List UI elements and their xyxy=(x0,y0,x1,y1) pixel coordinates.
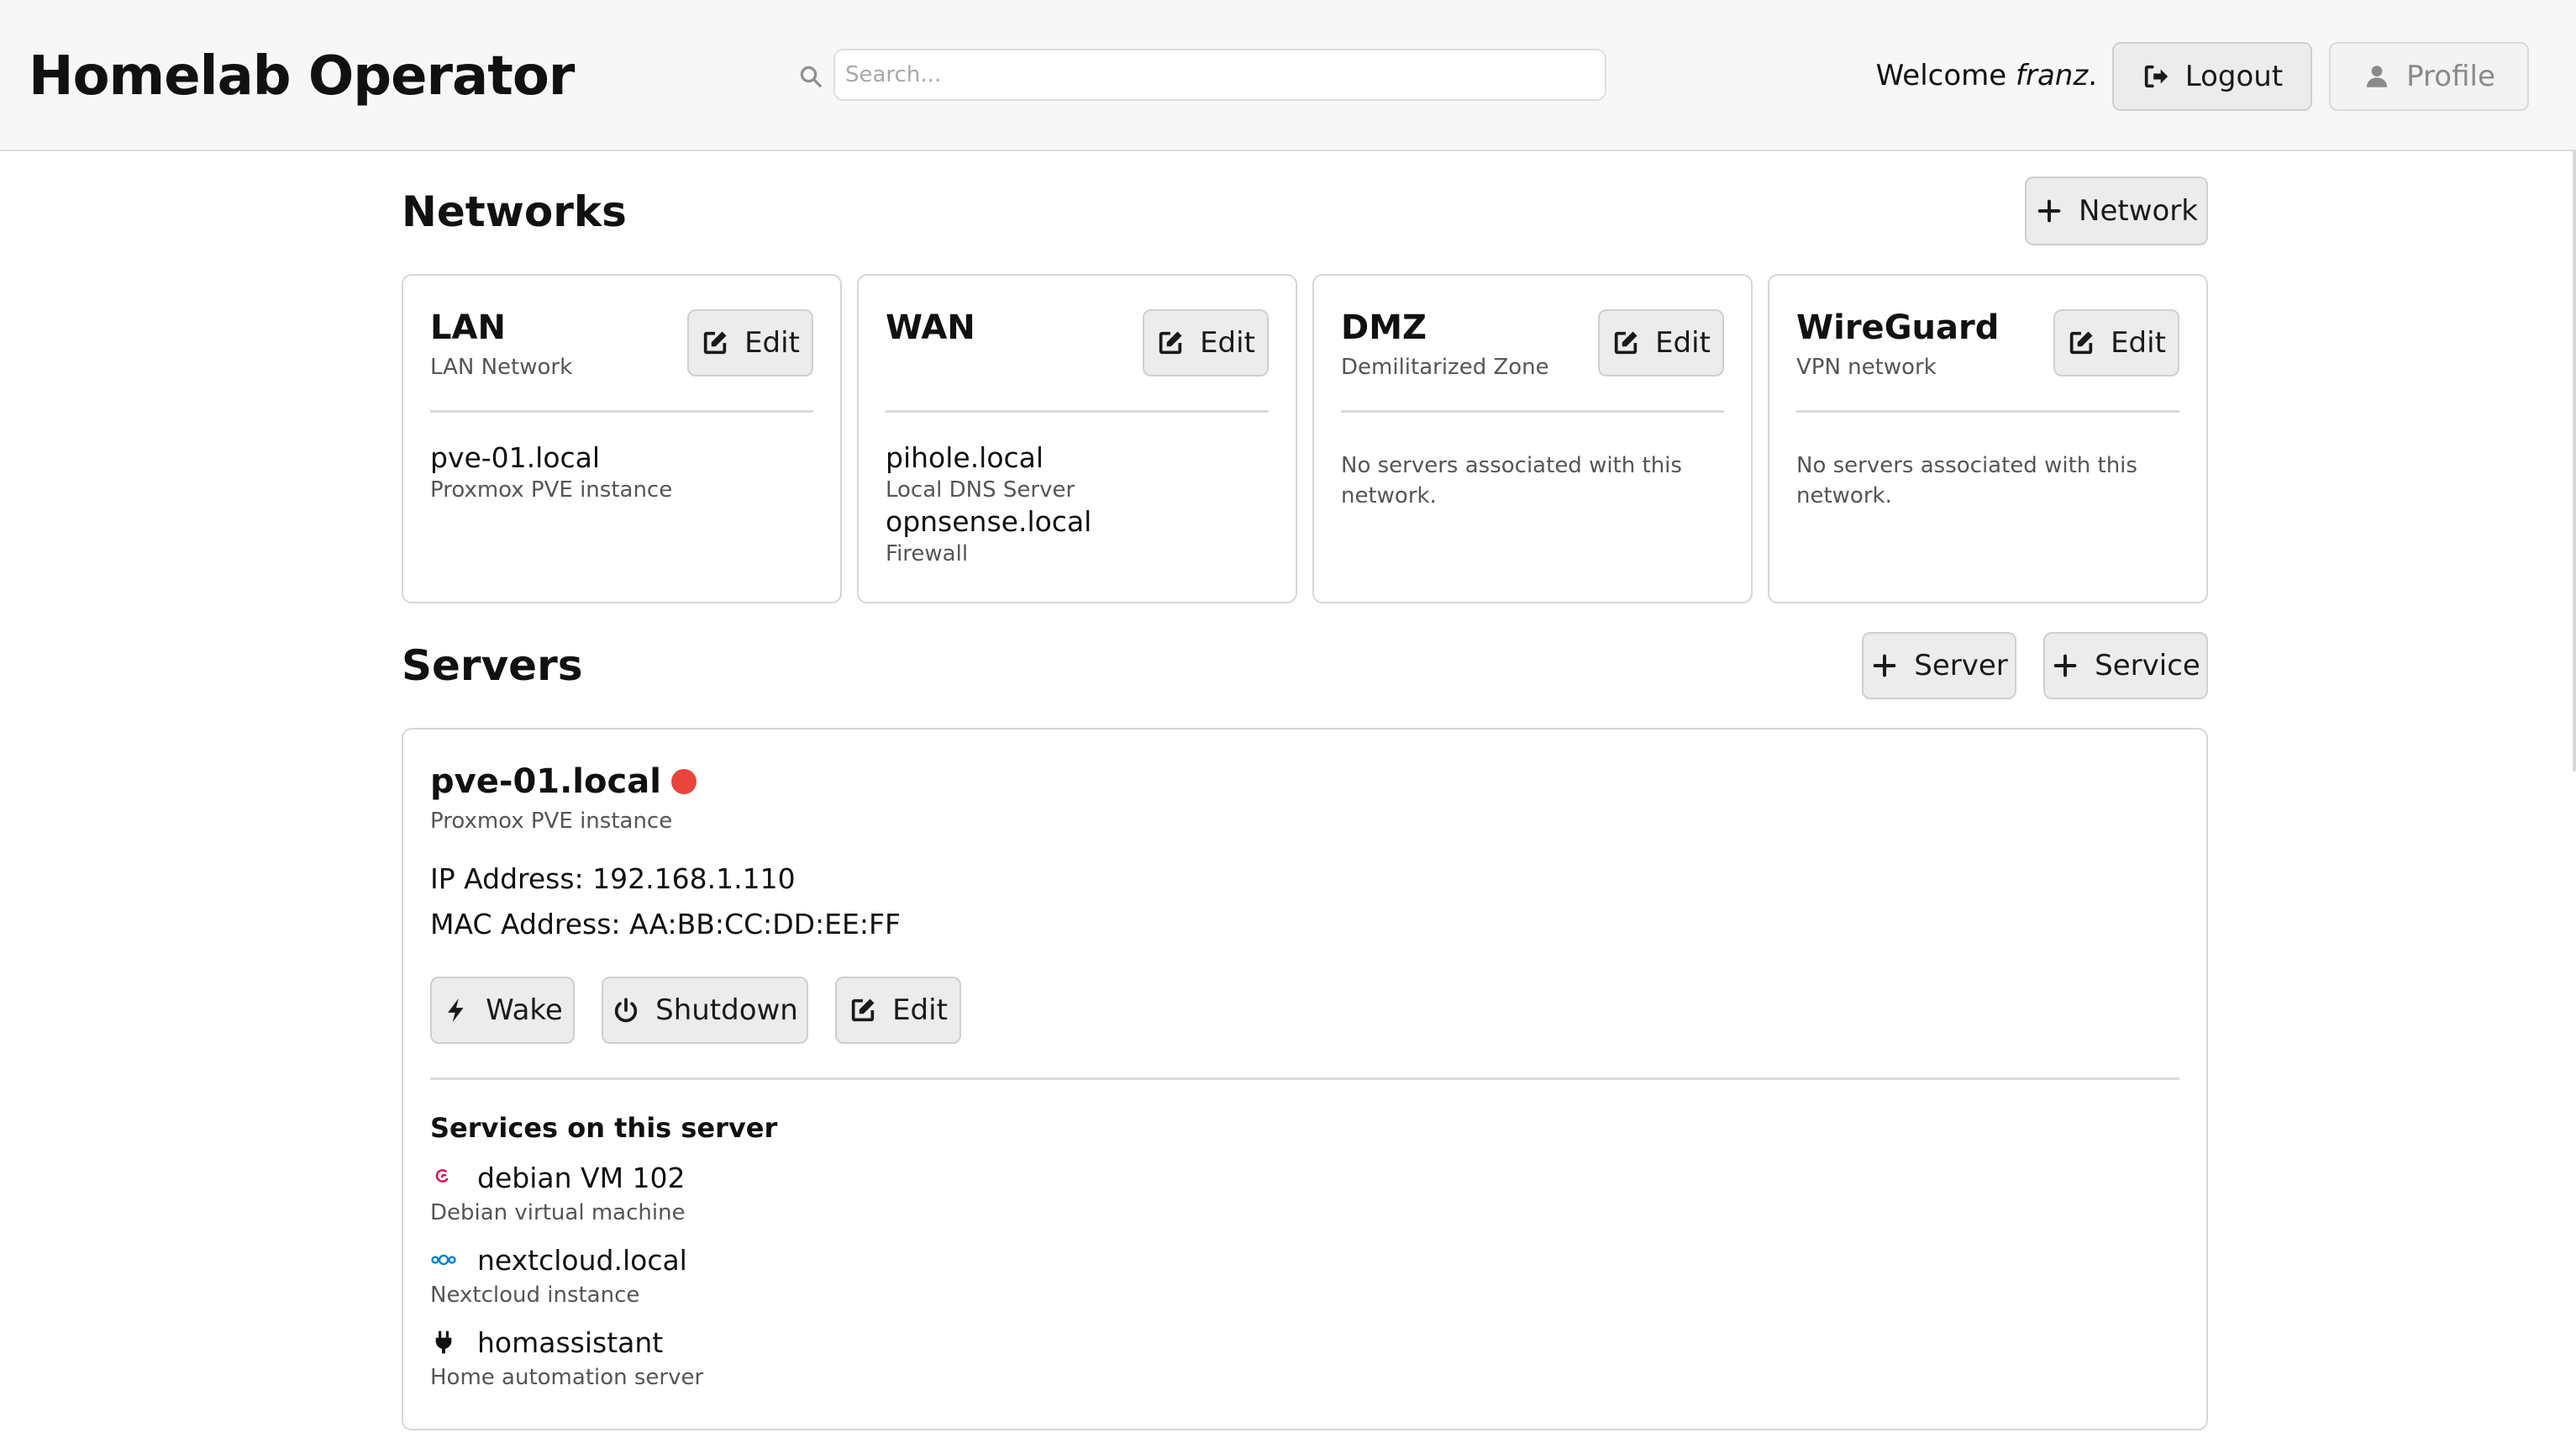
welcome-suffix: . xyxy=(2088,59,2097,92)
network-name: DMZ xyxy=(1341,308,1427,347)
network-server-name[interactable]: pihole.local xyxy=(886,440,1275,476)
network-server-name[interactable]: opnsense.local xyxy=(886,504,1275,540)
ip-address: IP Address: 192.168.1.110 xyxy=(430,862,796,895)
card-divider xyxy=(886,410,1269,413)
server-name: pve-01.local xyxy=(430,762,661,801)
edit-network-button[interactable]: Edit xyxy=(687,309,813,377)
search-input[interactable] xyxy=(833,49,1606,101)
network-name: LAN xyxy=(430,308,506,347)
user-icon xyxy=(2367,66,2388,87)
search-icon xyxy=(800,66,822,87)
add-server-label: Server xyxy=(1914,649,2008,682)
empty-network-message: No servers associated with this network. xyxy=(1341,453,1682,508)
scrollbar[interactable] xyxy=(2573,150,2576,772)
add-network-label: Network xyxy=(2079,194,2198,228)
edit-label: Edit xyxy=(1200,326,1255,360)
mac-address: MAC Address: AA:BB:CC:DD:EE:FF xyxy=(430,908,901,940)
network-server-list: No servers associated with this network. xyxy=(1796,440,2186,511)
welcome-message: Welcome franz. xyxy=(1876,55,2097,96)
plus-icon xyxy=(2053,654,2077,677)
status-indicator xyxy=(670,769,697,794)
network-server-list: pve-01.local Proxmox PVE instance xyxy=(430,440,820,504)
network-server-list: No servers associated with this network. xyxy=(1341,440,1731,511)
plus-icon xyxy=(2037,199,2061,223)
debian-icon xyxy=(435,1169,449,1183)
network-server-description: Firewall xyxy=(886,541,969,566)
card-divider xyxy=(430,410,813,413)
shutdown-button[interactable]: Shutdown xyxy=(602,977,808,1044)
network-card-dmz: DMZ Demilitarized Zone Edit No servers a… xyxy=(1312,274,1753,603)
empty-network-message: No servers associated with this network. xyxy=(1796,453,2137,508)
network-server-description: Proxmox PVE instance xyxy=(430,477,673,503)
service-item[interactable]: nextcloud.local Nextcloud instance xyxy=(430,1239,687,1320)
network-name: WAN xyxy=(886,308,975,347)
add-network-button[interactable]: Network xyxy=(2025,176,2208,245)
edit-network-button[interactable]: Edit xyxy=(2053,309,2179,377)
edit-network-button[interactable]: Edit xyxy=(1143,309,1269,377)
welcome-username: franz xyxy=(2016,59,2089,92)
wake-label: Wake xyxy=(486,993,563,1027)
network-server-name[interactable]: pve-01.local xyxy=(430,440,820,476)
welcome-prefix: Welcome xyxy=(1875,59,2016,92)
network-description: VPN network xyxy=(1796,355,1937,380)
card-divider xyxy=(1341,410,1724,413)
add-service-label: Service xyxy=(2095,649,2200,682)
edit-icon xyxy=(1614,331,1638,355)
edit-server-button[interactable]: Edit xyxy=(835,977,961,1044)
top-bar: Homelab Operator Welcome franz. Logout P… xyxy=(0,0,2576,151)
edit-label: Edit xyxy=(1655,326,1711,360)
bolt-icon xyxy=(448,998,464,1023)
service-name: debian VM 102 xyxy=(477,1161,686,1194)
networks-heading: Networks xyxy=(402,187,627,236)
nextcloud-icon xyxy=(431,1254,456,1266)
server-name-row: pve-01.local xyxy=(430,760,697,803)
network-description: Demilitarized Zone xyxy=(1341,355,1549,380)
edit-label: Edit xyxy=(2111,326,2166,360)
network-server-list: pihole.local Local DNS Server opnsense.l… xyxy=(886,440,1275,568)
edit-icon xyxy=(703,331,727,355)
services-heading: Services on this server xyxy=(430,1112,778,1144)
network-description: LAN Network xyxy=(430,355,573,380)
edit-icon xyxy=(2069,331,2093,355)
network-card-wireguard: WireGuard VPN network Edit No servers as… xyxy=(1768,274,2208,603)
edit-label: Edit xyxy=(744,326,800,360)
add-server-button[interactable]: Server xyxy=(1862,632,2016,699)
edit-label: Edit xyxy=(892,993,948,1027)
edit-icon xyxy=(851,998,875,1022)
network-card-wan: WAN Edit pihole.local Local DNS Server o… xyxy=(857,274,1297,603)
wake-button[interactable]: Wake xyxy=(430,977,575,1044)
servers-heading: Servers xyxy=(402,641,583,690)
logout-button[interactable]: Logout xyxy=(2112,42,2312,111)
plug-icon xyxy=(435,1330,452,1354)
logout-label: Logout xyxy=(2184,60,2284,93)
edit-icon xyxy=(1159,331,1182,355)
app-title: Homelab Operator xyxy=(29,45,575,108)
edit-network-button[interactable]: Edit xyxy=(1598,309,1724,377)
network-server-description: Local DNS Server xyxy=(886,477,1075,503)
service-item[interactable]: debian VM 102 Debian virtual machine xyxy=(430,1156,686,1237)
service-name: homassistant xyxy=(477,1325,664,1359)
server-description: Proxmox PVE instance xyxy=(430,809,673,834)
card-divider xyxy=(1796,410,2179,413)
shutdown-label: Shutdown xyxy=(655,993,798,1027)
profile-label: Profile xyxy=(2406,60,2495,93)
add-service-button[interactable]: Service xyxy=(2043,632,2208,699)
server-card: pve-01.local Proxmox PVE instance IP Add… xyxy=(402,728,2208,1430)
service-name: nextcloud.local xyxy=(477,1243,687,1277)
profile-button[interactable]: Profile xyxy=(2329,42,2529,111)
service-description: Home automation server xyxy=(430,1365,704,1390)
service-description: Debian virtual machine xyxy=(430,1200,686,1225)
server-divider xyxy=(430,1077,2179,1080)
network-name: WireGuard xyxy=(1796,308,2000,347)
logout-icon xyxy=(2144,65,2168,88)
plus-icon xyxy=(1873,654,1896,677)
service-description: Nextcloud instance xyxy=(430,1283,640,1308)
power-icon xyxy=(614,998,638,1023)
service-item[interactable]: homassistant Home automation server xyxy=(430,1321,703,1402)
network-card-lan: LAN LAN Network Edit pve-01.local Proxmo… xyxy=(402,274,842,603)
